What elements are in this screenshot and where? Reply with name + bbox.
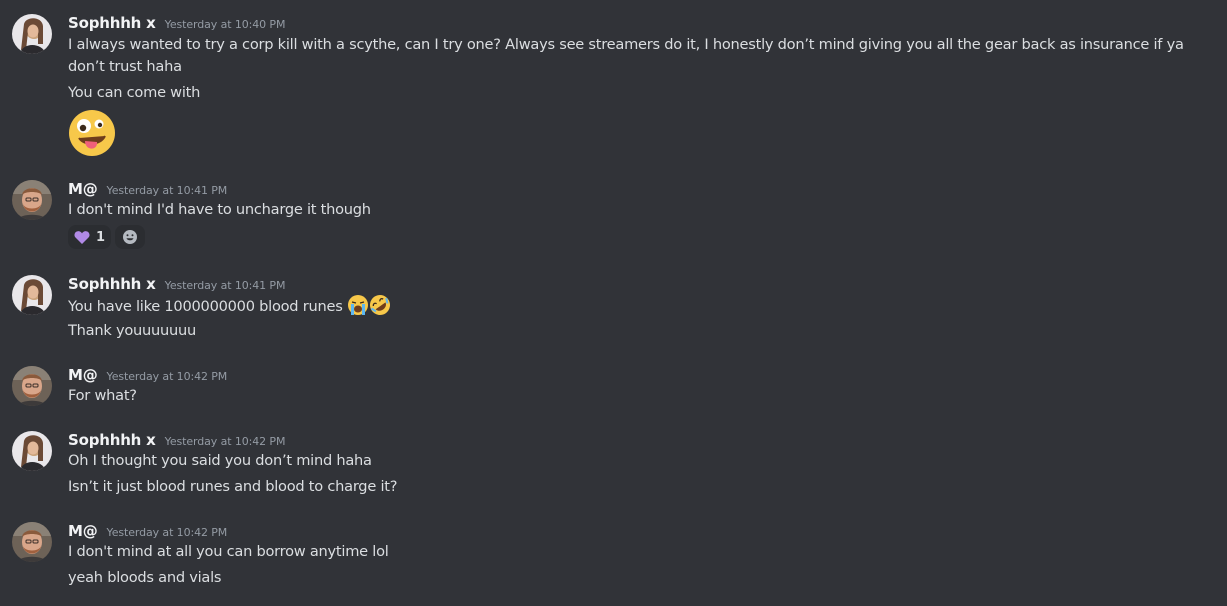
author-name[interactable]: Sophhhh x: [68, 431, 156, 449]
avatar-image: [12, 366, 52, 406]
avatar-image: [12, 275, 52, 315]
avatar-image: [12, 14, 52, 54]
add-reaction-smile-icon: [123, 230, 138, 244]
message-text: yeah bloods and vials: [68, 569, 222, 586]
author-name[interactable]: Sophhhh x: [68, 14, 156, 32]
author-name[interactable]: Sophhhh x: [68, 275, 156, 293]
purple-heart-icon: [74, 230, 90, 244]
message-text: I always wanted to try a corp kill with …: [68, 36, 1184, 75]
message-line: You have like 1000000000 blood runes: [68, 294, 391, 318]
message-header: M@ Yesterday at 10:42 PM: [68, 366, 227, 386]
reactions-bar: 1: [68, 225, 146, 249]
rolling-on-floor-laughing-icon: [369, 295, 390, 315]
avatar[interactable]: [12, 431, 52, 471]
timestamp[interactable]: Yesterday at 10:42 PM: [165, 435, 286, 448]
author-name[interactable]: M@: [68, 366, 98, 384]
loudly-crying-face-icon: [347, 295, 368, 315]
avatar-image: [12, 431, 52, 471]
message-header: Sophhhh x Yesterday at 10:42 PM: [68, 431, 285, 451]
avatar[interactable]: [12, 522, 52, 562]
message-text: Isn’t it just blood runes and blood to c…: [68, 478, 398, 495]
avatar-image: [12, 522, 52, 562]
message-header: Sophhhh x Yesterday at 10:40 PM: [68, 14, 285, 34]
author-name[interactable]: M@: [68, 522, 98, 540]
message-header: M@ Yesterday at 10:41 PM: [68, 180, 227, 200]
add-reaction-button[interactable]: [115, 225, 146, 249]
avatar-image: [12, 180, 52, 220]
timestamp[interactable]: Yesterday at 10:41 PM: [165, 279, 286, 292]
message-header: M@ Yesterday at 10:42 PM: [68, 522, 227, 542]
reaction-purple-heart[interactable]: 1: [68, 225, 112, 249]
timestamp[interactable]: Yesterday at 10:40 PM: [165, 18, 286, 31]
message-text: I don't mind at all you can borrow anyti…: [68, 543, 389, 560]
chat-messages: Sophhhh x Yesterday at 10:40 PM I always…: [0, 0, 1227, 606]
timestamp[interactable]: Yesterday at 10:41 PM: [107, 184, 228, 197]
message-text: Oh I thought you said you don’t mind hah…: [68, 452, 372, 469]
message-text: You have like 1000000000 blood runes: [68, 298, 343, 315]
message-text: You can come with: [68, 84, 201, 101]
avatar[interactable]: [12, 14, 52, 54]
author-name[interactable]: M@: [68, 180, 98, 198]
message-text: I don't mind I'd have to uncharge it tho…: [68, 201, 371, 218]
timestamp[interactable]: Yesterday at 10:42 PM: [107, 526, 228, 539]
zany-face-emoji-icon: [69, 110, 115, 156]
timestamp[interactable]: Yesterday at 10:42 PM: [107, 370, 228, 383]
message-text: For what?: [68, 387, 137, 404]
reaction-count: 1: [96, 229, 106, 245]
avatar[interactable]: [12, 366, 52, 406]
message-text: Thank youuuuuuu: [68, 322, 197, 339]
avatar[interactable]: [12, 180, 52, 220]
avatar[interactable]: [12, 275, 52, 315]
message-header: Sophhhh x Yesterday at 10:41 PM: [68, 275, 285, 295]
